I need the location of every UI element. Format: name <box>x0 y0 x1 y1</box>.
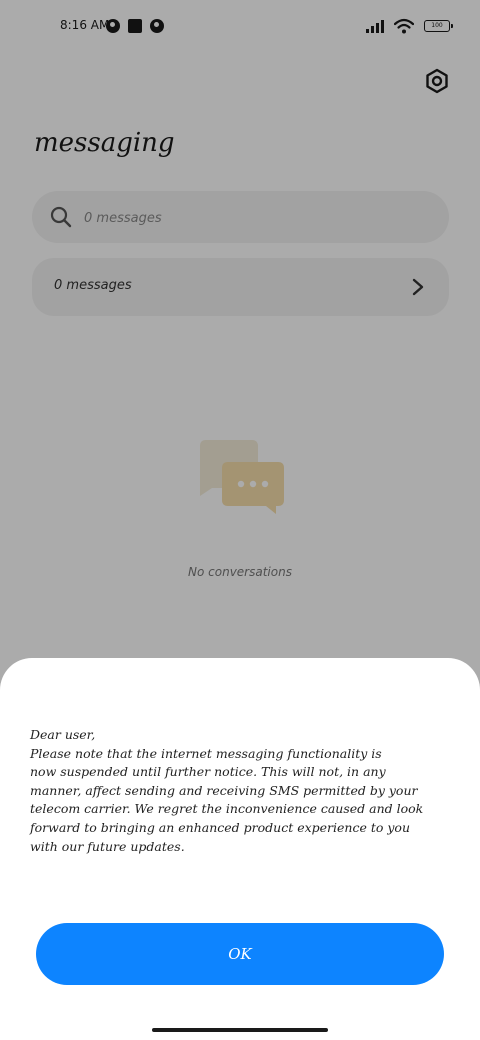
home-indicator[interactable] <box>152 1028 328 1032</box>
messaging-screen: 8:16 AM 100 messaging 0 messages 0 messa… <box>0 0 480 1040</box>
dialog-line: forward to bringing an enhanced product … <box>30 819 411 835</box>
ok-button[interactable]: OK <box>36 923 444 985</box>
dialog-line: now suspended until further notice. This… <box>30 764 386 780</box>
dialog-line: manner, affect sending and receiving SMS… <box>30 782 418 798</box>
dialog-line: Please note that the internet messaging … <box>30 745 382 761</box>
dialog-line: telecom carrier. We regret the inconveni… <box>30 801 424 817</box>
dialog-greeting: Dear user, <box>30 727 96 742</box>
dialog-message: Dear user, Please note that the internet… <box>30 726 454 856</box>
dialog-line: with our future updates. <box>30 838 185 854</box>
notice-dialog: Dear user, Please note that the internet… <box>0 658 480 1040</box>
